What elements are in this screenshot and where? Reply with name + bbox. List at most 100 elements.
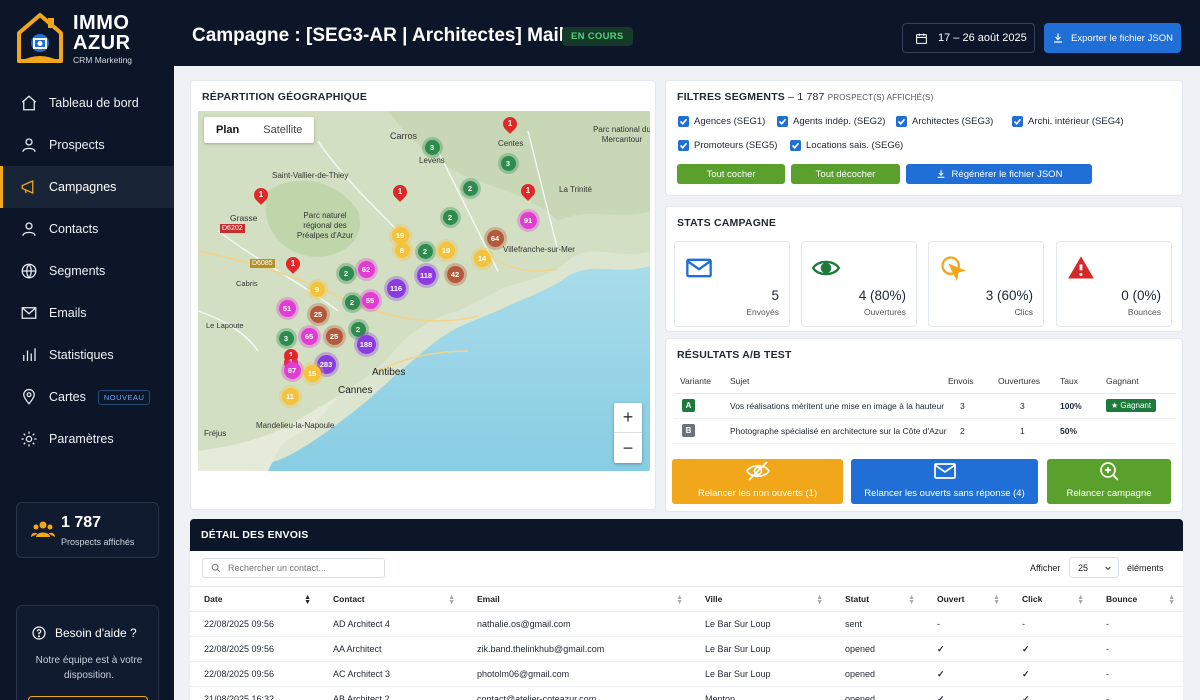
- row-opened: -: [923, 611, 1008, 637]
- map-pin-marker[interactable]: 1: [518, 181, 538, 201]
- nav-item-parametres[interactable]: Paramètres: [0, 418, 174, 460]
- map-pin-marker[interactable]: 1: [283, 254, 303, 274]
- row-contact[interactable]: AB Architect 2: [319, 686, 463, 700]
- map-cluster-marker[interactable]: 118: [416, 265, 436, 285]
- map-cluster-marker[interactable]: 15: [303, 364, 321, 382]
- table-row[interactable]: 21/08/2025 16:32 AB Architect 2 contact@at…: [190, 686, 1183, 700]
- page-title: Campagne : [SEG3-AR | Architectes] Mail …: [192, 25, 580, 46]
- map-cluster-marker[interactable]: 8: [394, 242, 410, 258]
- map-cluster-marker[interactable]: 2: [417, 243, 433, 259]
- map-cluster-marker[interactable]: 64: [486, 229, 504, 247]
- nav-item-emails[interactable]: Emails: [0, 292, 174, 334]
- nav-item-segments[interactable]: Segments: [0, 250, 174, 292]
- users-icon: [31, 521, 55, 537]
- brand-logo[interactable]: IMMO AZUR CRM Marketing: [16, 12, 166, 68]
- map-cluster-marker[interactable]: 116: [386, 278, 406, 298]
- segment-checkbox-seg5[interactable]: Promoteurs (SEG5): [678, 140, 777, 151]
- map-cluster-marker[interactable]: 67: [283, 361, 301, 379]
- col-click[interactable]: Click ▲ ▼: [1008, 586, 1092, 612]
- map-cluster-marker[interactable]: 9: [309, 281, 325, 297]
- relaunch-unopened-button[interactable]: Relancer les non ouverts (1): [672, 459, 843, 504]
- map-cluster-marker[interactable]: 3: [278, 330, 294, 346]
- page-size-select[interactable]: 25: [1069, 557, 1119, 578]
- col-contact[interactable]: Contact ▲ ▼: [319, 586, 463, 612]
- stat-bounces-card: 0 (0%) Bounces: [1056, 241, 1172, 327]
- col-opened[interactable]: Ouvert ▲ ▼: [923, 586, 1008, 612]
- export-json-button[interactable]: Exporter le fichier JSON: [1044, 23, 1181, 53]
- col-status-label: Statut: [845, 594, 870, 604]
- nav-item-cartes[interactable]: Cartes NOUVEAU: [0, 376, 174, 418]
- col-date-label: Date: [204, 594, 223, 604]
- map-place-label: La Trinité: [559, 185, 592, 194]
- map-cluster-marker[interactable]: 2: [442, 209, 458, 225]
- segment-checkbox-seg4[interactable]: Archi. intérieur (SEG4): [1012, 116, 1124, 127]
- nav-item-statistiques[interactable]: Statistiques: [0, 334, 174, 376]
- check-all-button[interactable]: Tout cocher: [677, 164, 785, 184]
- regenerate-json-button[interactable]: Régénérer le fichier JSON: [906, 164, 1092, 184]
- segment-checkbox-seg6[interactable]: Locations sais. (SEG6): [790, 140, 903, 151]
- pin-count: 1: [397, 187, 403, 196]
- nav-item-tableau-de-bord[interactable]: Tableau de bord: [0, 82, 174, 124]
- calendar-icon: [916, 33, 927, 44]
- map-cluster-marker[interactable]: 3: [424, 139, 440, 155]
- table-row[interactable]: 22/08/2025 09:56 AD Architect 4 nathalie.o…: [190, 611, 1183, 637]
- nav-item-campagnes[interactable]: Campagnes: [0, 166, 174, 208]
- nav-item-contacts[interactable]: Contacts: [0, 208, 174, 250]
- col-city[interactable]: Ville ▲ ▼: [691, 586, 831, 612]
- map-pin-marker[interactable]: 1: [251, 185, 271, 205]
- zoom-in-button[interactable]: +: [614, 403, 642, 433]
- map-cluster-marker[interactable]: 91: [519, 211, 537, 229]
- map-pin-marker[interactable]: 1: [500, 114, 520, 134]
- ab-row: A Vos réalisations méritent une mise en …: [674, 393, 1176, 419]
- map-cluster-marker[interactable]: 3: [500, 155, 516, 171]
- col-email[interactable]: Email ▲ ▼: [463, 586, 691, 612]
- date-range-picker[interactable]: 17 – 26 août 2025: [902, 23, 1035, 53]
- ab-subject: Photographe spécialisé en architecture s…: [730, 418, 948, 444]
- pin-count: 1: [507, 119, 513, 128]
- row-click: ✓: [1008, 636, 1092, 662]
- map-cluster-marker[interactable]: 14: [473, 249, 491, 267]
- page-size-value: 25: [1078, 562, 1089, 573]
- map-view[interactable]: Plan Satellite Carros Parc national du Me…: [198, 111, 650, 471]
- map-pin-marker[interactable]: 1: [390, 182, 410, 202]
- relaunch-campaign-button[interactable]: Relancer campagne: [1047, 459, 1171, 504]
- map-cluster-marker[interactable]: 2: [462, 180, 478, 196]
- help-contact-button[interactable]: [28, 696, 148, 700]
- checkbox-checked-icon: [896, 116, 907, 127]
- map-cluster-marker[interactable]: 42: [446, 265, 464, 283]
- nav-item-prospects[interactable]: Prospects: [0, 124, 174, 166]
- map-cluster-marker[interactable]: 11: [281, 387, 299, 405]
- contact-search-input[interactable]: Rechercher un contact...: [202, 558, 385, 578]
- map-cluster-marker[interactable]: 188: [356, 334, 376, 354]
- table-row[interactable]: 22/08/2025 09:56 AA Architect zik.band.the…: [190, 636, 1183, 662]
- map-cluster-marker[interactable]: 62: [357, 260, 375, 278]
- map-cluster-marker[interactable]: 2: [344, 294, 360, 310]
- segment-checkbox-seg2[interactable]: Agents indép. (SEG2): [777, 116, 885, 127]
- map-cluster-marker[interactable]: 19: [391, 226, 409, 244]
- segment-filters-panel: FILTRES SEGMENTS – 1 787 PROSPECT(S) AFF…: [665, 80, 1183, 196]
- row-contact[interactable]: AA Architect: [319, 636, 463, 662]
- segment-checkbox-seg1[interactable]: Agences (SEG1): [678, 116, 765, 127]
- col-bounce[interactable]: Bounce ▲ ▼: [1092, 586, 1183, 612]
- map-cluster-marker[interactable]: 51: [278, 299, 296, 317]
- map-cluster-marker[interactable]: 25: [309, 305, 327, 323]
- segment-checkbox-seg3[interactable]: Architectes (SEG3): [896, 116, 993, 127]
- map-cluster-marker[interactable]: 19: [437, 241, 455, 259]
- zoom-out-button[interactable]: −: [614, 433, 642, 463]
- ab-rate: 100%: [1060, 393, 1106, 419]
- col-status[interactable]: Statut ▲ ▼: [831, 586, 923, 612]
- col-date[interactable]: Date ▲ ▼: [190, 586, 319, 612]
- row-contact[interactable]: AD Architect 4: [319, 611, 463, 637]
- uncheck-all-button[interactable]: Tout décocher: [791, 164, 900, 184]
- map-place-label: Cabris: [236, 279, 258, 288]
- map-panel: RÉPARTITION GÉOGRAPHIQUE Plan Satellite …: [190, 80, 656, 510]
- map-cluster-marker[interactable]: 55: [361, 291, 379, 309]
- relaunch-opened-button[interactable]: Relancer les ouverts sans réponse (4): [851, 459, 1038, 504]
- map-cluster-marker[interactable]: 65: [300, 327, 318, 345]
- map-cluster-marker[interactable]: 25: [325, 327, 343, 345]
- row-contact[interactable]: AC Architect 3: [319, 661, 463, 687]
- table-row[interactable]: 22/08/2025 09:56 AC Architect 3 photolm06@…: [190, 661, 1183, 687]
- map-cluster-marker[interactable]: 2: [350, 321, 366, 337]
- search-plus-icon: [1100, 462, 1119, 481]
- map-cluster-marker[interactable]: 2: [338, 265, 354, 281]
